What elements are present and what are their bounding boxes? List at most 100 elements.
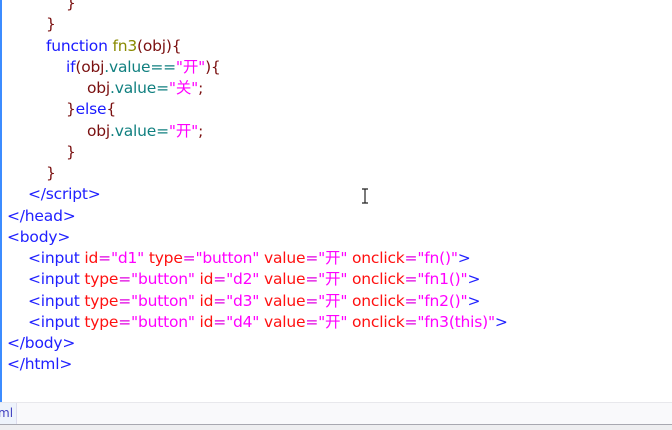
code-line: <input type="button" id="d2" value="开" o…	[28, 269, 480, 290]
code-token: =	[213, 291, 227, 310]
code-token: =	[404, 291, 418, 310]
code-line: }else{	[66, 99, 116, 120]
code-token: }	[46, 15, 56, 34]
code-line: function fn3(obj){	[46, 36, 182, 57]
code-editor[interactable]: }} function fn3(obj){if(obj.value=="开"){o…	[0, 0, 672, 402]
code-line: }	[46, 163, 56, 184]
code-token: "button"	[131, 270, 200, 289]
code-token: </body>	[7, 334, 76, 352]
code-token: function	[46, 36, 113, 55]
code-token: "d4"	[226, 312, 264, 331]
code-token: >	[457, 249, 471, 267]
code-token: =	[213, 270, 227, 289]
code-token: "button"	[195, 249, 264, 267]
status-bar	[0, 425, 672, 430]
code-token: {	[106, 100, 116, 119]
code-token: "button"	[131, 312, 200, 331]
code-token: </html>	[7, 355, 73, 374]
code-token: if	[66, 57, 76, 76]
text-cursor-icon	[361, 188, 369, 204]
code-token: .value=	[110, 79, 169, 97]
code-token: value	[263, 291, 306, 310]
code-token: "关"	[168, 79, 199, 97]
code-line: </head>	[7, 206, 76, 227]
code-token: obj	[87, 121, 111, 140]
code-token: =	[305, 270, 319, 289]
code-token: =	[118, 312, 132, 331]
code-token: value	[263, 312, 306, 331]
code-token: "开"	[318, 270, 352, 289]
code-token: =	[404, 249, 418, 267]
file-tab-label: ml	[0, 406, 14, 420]
code-token: id	[199, 291, 214, 310]
code-token: (obj	[75, 57, 105, 76]
code-token: >	[467, 291, 481, 310]
code-token: }	[66, 0, 76, 12]
code-token: <body>	[7, 227, 71, 246]
code-token: "fn2()"	[417, 291, 468, 310]
code-token: .value==	[104, 57, 176, 76]
code-token: </head>	[7, 206, 76, 225]
code-token: "开"	[318, 249, 352, 267]
code-token: "d2"	[226, 270, 264, 289]
code-token: <input	[28, 312, 85, 331]
code-token: =	[404, 312, 418, 331]
code-token: type	[84, 291, 119, 310]
code-token: id	[199, 270, 214, 289]
code-token: value	[263, 270, 306, 289]
file-tab[interactable]: ml	[0, 403, 17, 424]
code-token: type	[84, 312, 119, 331]
code-token: "button"	[131, 291, 200, 310]
file-tab-bar: ml	[0, 402, 672, 426]
code-token: .value=	[110, 121, 169, 140]
code-token: =	[305, 291, 319, 310]
code-token: =	[305, 249, 319, 267]
code-token: =	[118, 291, 132, 310]
code-token: "fn3(this)"	[417, 312, 495, 331]
code-token: <input	[28, 270, 85, 289]
code-line: </script>	[28, 184, 101, 205]
code-token: id	[199, 312, 214, 331]
code-line: }	[46, 14, 56, 35]
code-token: =	[305, 312, 319, 331]
code-token: }	[46, 164, 56, 182]
code-token: =	[213, 312, 227, 331]
code-line: }	[66, 142, 76, 163]
code-token: value	[263, 249, 306, 267]
code-token: }	[66, 142, 76, 161]
code-token: }	[66, 100, 76, 119]
code-token: "开"	[175, 57, 206, 76]
code-line: }	[66, 0, 76, 14]
code-token: fn3	[112, 36, 137, 55]
code-token: "fn1()"	[417, 270, 468, 289]
code-line: obj.value="开";	[87, 121, 203, 142]
code-token: "d1"	[110, 249, 149, 267]
code-token: "d3"	[226, 291, 264, 310]
code-token: id	[84, 249, 99, 267]
code-token: "开"	[318, 291, 352, 310]
code-token: =	[182, 249, 196, 267]
code-token: ){	[205, 57, 221, 76]
code-token: ;	[198, 79, 204, 97]
code-token: ;	[198, 121, 204, 140]
code-line: obj.value="关";	[87, 78, 203, 99]
code-token: </script>	[28, 185, 101, 204]
code-line: <input type="button" id="d4" value="开" o…	[28, 312, 508, 333]
code-token: >	[467, 270, 481, 289]
code-token: =	[118, 270, 132, 289]
code-token: type	[148, 249, 183, 267]
code-line: <input id="d1" type="button" value="开" o…	[28, 248, 471, 269]
code-token: <input	[28, 291, 85, 310]
code-line: if(obj.value=="开"){	[66, 57, 221, 78]
code-token: "开"	[318, 312, 352, 331]
code-token: "fn()"	[417, 249, 458, 267]
code-token: onclick	[352, 249, 405, 267]
code-token: =	[404, 270, 418, 289]
code-token: else	[75, 100, 107, 119]
code-line: </html>	[7, 354, 72, 375]
code-token: >	[494, 312, 508, 331]
code-token: (obj){	[137, 36, 182, 55]
code-line: </body>	[7, 333, 75, 354]
code-token: onclick	[352, 291, 405, 310]
code-line: <body>	[7, 227, 70, 248]
